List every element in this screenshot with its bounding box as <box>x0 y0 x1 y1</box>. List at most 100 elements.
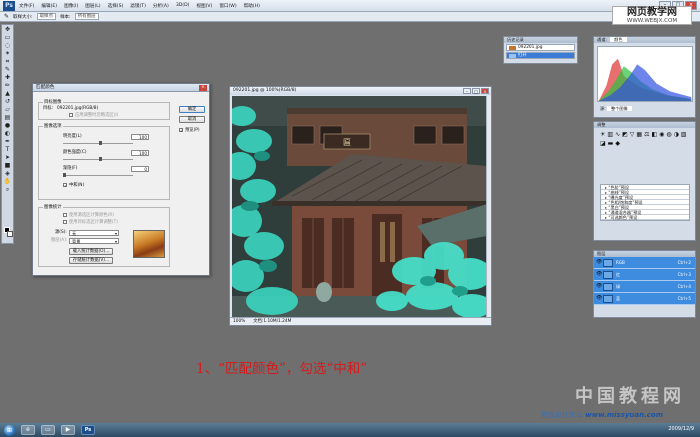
document-vertical-scrollbar[interactable] <box>486 96 491 318</box>
crop-tool-icon[interactable]: ⌗ <box>2 58 13 65</box>
blur-tool-icon[interactable]: ● <box>2 122 13 129</box>
preview-checkbox[interactable] <box>179 128 183 132</box>
pen-tool-icon[interactable]: ✒ <box>2 138 13 145</box>
photo-filter-icon[interactable]: ◉ <box>659 131 664 138</box>
zoom-tool-icon[interactable]: ⌕ <box>2 186 13 193</box>
dodge-tool-icon[interactable]: ◐ <box>2 130 13 137</box>
channel-mixer-icon[interactable]: ◍ <box>666 131 671 138</box>
luminance-input[interactable]: 100 <box>131 134 149 140</box>
brush-tool-icon[interactable]: ✏ <box>2 82 13 89</box>
type-tool-icon[interactable]: T <box>2 146 13 153</box>
luminance-slider[interactable] <box>63 141 133 145</box>
invert-icon[interactable]: ◑ <box>674 131 679 138</box>
visibility-eye-icon[interactable]: 👁 <box>596 272 602 277</box>
magic-wand-tool-icon[interactable]: ✶ <box>2 50 13 57</box>
eraser-tool-icon[interactable]: ▱ <box>2 106 13 113</box>
background-color-swatch[interactable] <box>7 231 13 237</box>
visibility-eye-icon[interactable]: 👁 <box>596 284 602 289</box>
eyedropper-tool-icon[interactable]: ✎ <box>2 66 13 73</box>
threshold-icon[interactable]: ◪ <box>600 140 606 147</box>
intensity-slider[interactable] <box>63 157 133 161</box>
layer-select[interactable]: 背景 <box>69 238 119 244</box>
luminance-slider-thumb[interactable] <box>99 141 102 145</box>
layer-row[interactable]: 👁 RGB Ctrl+2 <box>594 257 695 269</box>
menu-analysis[interactable]: 分析(A) <box>153 3 169 9</box>
ie-browser-icon[interactable]: e <box>21 425 35 435</box>
exposure-icon[interactable]: ◩ <box>622 131 628 138</box>
history-brush-tool-icon[interactable]: ↺ <box>2 98 13 105</box>
vibrance-icon[interactable]: ▽ <box>630 131 635 138</box>
layer-name: 绿 <box>616 284 621 289</box>
layer-row[interactable]: 👁 红 Ctrl+3 <box>594 269 695 281</box>
visibility-eye-icon[interactable]: 👁 <box>596 296 602 301</box>
levels-icon[interactable]: ▥ <box>607 131 613 138</box>
histogram-channel-value[interactable]: 颜色 <box>610 37 627 42</box>
gradient-tool-icon[interactable]: ▤ <box>2 114 13 121</box>
doc-minimize-icon[interactable]: – <box>463 88 471 94</box>
preset-selective-color[interactable]: “可选颜色”预设 <box>601 215 689 220</box>
save-statistics-button[interactable]: 存储统计数据(V)... <box>69 257 113 264</box>
hue-saturation-icon[interactable]: ▦ <box>636 131 642 138</box>
use-source-selection-checkbox[interactable] <box>63 213 67 217</box>
marquee-tool-icon[interactable]: ▭ <box>2 34 13 41</box>
gradient-map-icon[interactable]: ▬ <box>608 140 614 147</box>
sample-select[interactable]: 所有图层 <box>74 13 99 20</box>
preview-label: 预览(P) <box>185 128 200 133</box>
color-balance-icon[interactable]: ⚖ <box>644 131 649 138</box>
posterize-icon[interactable]: ▧ <box>681 131 687 138</box>
layer-row[interactable]: 👁 蓝 Ctrl+5 <box>594 293 695 305</box>
fade-slider-thumb[interactable] <box>63 173 66 177</box>
menu-image[interactable]: 图像(I) <box>64 3 78 9</box>
menu-window[interactable]: 窗口(W) <box>219 3 236 9</box>
histogram-channel-label: 通道: <box>597 37 607 42</box>
shape-tool-icon[interactable]: ■ <box>2 162 13 169</box>
history-snapshot[interactable]: 092201.jpg <box>506 44 575 51</box>
move-tool-icon[interactable]: ✥ <box>2 26 13 33</box>
folder-icon[interactable]: ▭ <box>41 425 55 435</box>
source-select[interactable]: 无 <box>69 230 119 236</box>
cancel-button[interactable]: 取消 <box>179 116 205 123</box>
curves-icon[interactable]: ∿ <box>615 131 620 138</box>
sample-size-select[interactable]: 取样点 <box>36 13 57 20</box>
doc-close-icon[interactable]: × <box>481 88 489 94</box>
dialog-close-icon[interactable]: × <box>199 85 207 91</box>
menu-select[interactable]: 选择(S) <box>108 3 124 9</box>
histogram-source-select[interactable]: 整个图像 <box>606 106 632 111</box>
history-step-open[interactable]: 打开 <box>506 52 575 59</box>
menu-file[interactable]: 文件(F) <box>19 3 34 9</box>
doc-maximize-icon[interactable]: □ <box>472 88 480 94</box>
black-white-icon[interactable]: ◧ <box>651 131 657 138</box>
healing-tool-icon[interactable]: ✚ <box>2 74 13 81</box>
intensity-slider-thumb[interactable] <box>99 157 102 161</box>
menu-view[interactable]: 视图(V) <box>196 3 212 9</box>
intensity-input[interactable]: 100 <box>131 150 149 156</box>
media-player-icon[interactable]: ▶ <box>61 425 75 435</box>
ignore-selection-checkbox[interactable] <box>69 113 73 117</box>
neutralize-checkbox[interactable] <box>63 183 67 187</box>
3d-tool-icon[interactable]: ◈ <box>2 170 13 177</box>
ok-button[interactable]: 确定 <box>179 106 205 113</box>
layer-row[interactable]: 👁 绿 Ctrl+4 <box>594 281 695 293</box>
menu-3d[interactable]: 3D(D) <box>176 3 190 8</box>
use-target-selection-checkbox[interactable] <box>63 220 67 224</box>
path-select-tool-icon[interactable]: ➤ <box>2 154 13 161</box>
photoshop-taskbar-icon[interactable]: Ps <box>81 425 95 435</box>
start-button-icon[interactable]: ⊞ <box>4 424 15 436</box>
image-canvas[interactable]: 匾 <box>232 96 487 318</box>
load-statistics-button[interactable]: 载入统计数据(O)... <box>69 248 113 255</box>
fade-slider[interactable] <box>63 173 133 177</box>
hand-tool-icon[interactable]: ✋ <box>2 178 13 185</box>
brightness-icon[interactable]: ☀ <box>600 131 605 138</box>
lasso-tool-icon[interactable]: ◌ <box>2 42 13 49</box>
menu-filter[interactable]: 滤镜(T) <box>130 3 146 9</box>
menu-edit[interactable]: 编辑(E) <box>41 3 57 9</box>
fade-input[interactable]: 0 <box>131 166 149 172</box>
menu-layer[interactable]: 图层(L) <box>85 3 100 9</box>
zoom-level[interactable]: 100% <box>233 318 245 325</box>
visibility-eye-icon[interactable]: 👁 <box>596 260 602 265</box>
luminance-label: 明亮度(L) <box>63 134 82 139</box>
menu-help[interactable]: 帮助(H) <box>244 3 260 9</box>
selective-color-icon[interactable]: ◆ <box>615 140 620 147</box>
eyedropper-icon[interactable]: ✎ <box>4 13 9 20</box>
stamp-tool-icon[interactable]: ▲ <box>2 90 13 97</box>
